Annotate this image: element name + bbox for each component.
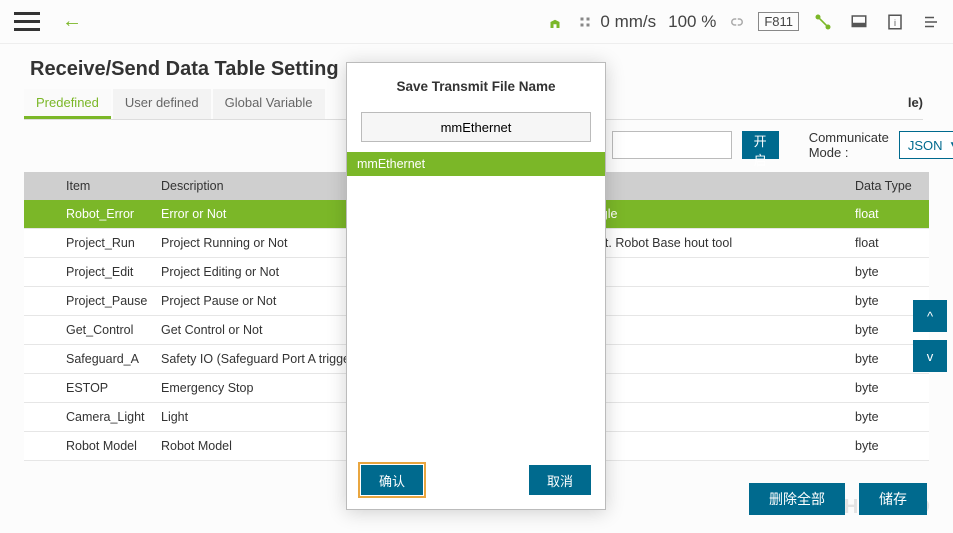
mode-label: Communicate Mode :: [809, 130, 889, 160]
info-icon[interactable]: i: [883, 11, 907, 33]
tab-user-defined[interactable]: User defined: [113, 89, 211, 119]
save-button[interactable]: 储存: [859, 483, 927, 515]
confirm-button[interactable]: 确认: [361, 465, 423, 495]
hamburger-menu-icon[interactable]: [10, 8, 44, 35]
filename-input[interactable]: [361, 112, 591, 142]
tab-predefined[interactable]: Predefined: [24, 89, 111, 119]
tab-right-partial-label: le): [908, 89, 923, 119]
filename-list-item[interactable]: mmEthernet: [347, 152, 605, 176]
robot-status-icon: [546, 13, 564, 31]
move-down-button[interactable]: v: [913, 340, 947, 372]
network-icon[interactable]: [811, 11, 835, 33]
save-filename-dialog: Save Transmit File Name mmEthernet 确认 取消: [346, 62, 606, 510]
link-icon: [728, 13, 746, 31]
top-bar: ← 0 mm/s 100 % F811 i: [0, 0, 953, 44]
left-col-item: Item: [60, 172, 155, 200]
cancel-button[interactable]: 取消: [529, 465, 591, 495]
back-arrow-icon[interactable]: ←: [56, 8, 88, 35]
percent-readout: 100 %: [668, 12, 716, 32]
name-input[interactable]: [612, 131, 732, 159]
panel-icon[interactable]: [847, 11, 871, 33]
dialog-title: Save Transmit File Name: [347, 63, 605, 108]
list-icon[interactable]: [919, 11, 943, 33]
move-up-button[interactable]: ^: [913, 300, 947, 332]
mode-select[interactable]: JSON: [899, 131, 953, 159]
open-button[interactable]: 开启: [742, 131, 779, 159]
delete-all-button[interactable]: 删除全部: [749, 483, 845, 515]
tab-global-variable[interactable]: Global Variable: [213, 89, 325, 119]
right-col-type: Data Type: [849, 172, 929, 200]
fcode-badge: F811: [758, 12, 799, 31]
svg-text:i: i: [894, 17, 896, 27]
speed-readout: 0 mm/s: [576, 12, 656, 32]
